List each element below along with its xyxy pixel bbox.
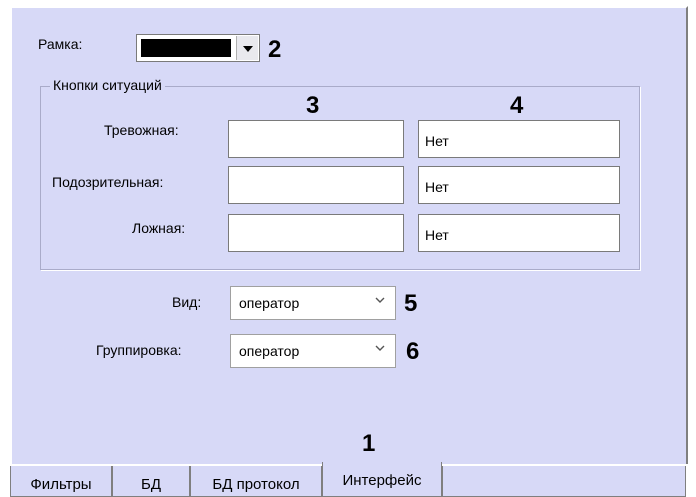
tab-db-protocol[interactable]: БД протокол — [190, 466, 322, 497]
callout-3: 3 — [306, 92, 320, 119]
grouping-label: Группировка: — [96, 342, 182, 358]
false-field-2[interactable]: Нет — [418, 214, 620, 252]
suspicious-label: Подозрительная: — [52, 174, 164, 190]
frame-color-swatch — [141, 39, 231, 57]
callout-2: 2 — [268, 36, 282, 63]
frame-color-picker[interactable] — [136, 34, 260, 62]
callout-1: 1 — [362, 430, 376, 457]
view-select-value: оператор — [239, 295, 300, 311]
tab-bar-filler — [442, 466, 686, 497]
tab-filters[interactable]: Фильтры — [10, 466, 112, 497]
chevron-down-icon — [375, 345, 385, 351]
alarm-field-1[interactable] — [228, 120, 404, 158]
suspicious-field-2[interactable]: Нет — [418, 166, 620, 204]
tab-bar: Фильтры БД БД протокол Интерфейс — [10, 462, 690, 497]
view-select[interactable]: оператор — [230, 286, 396, 320]
chevron-down-icon — [375, 297, 385, 303]
situation-buttons-title: Кнопки ситуаций — [50, 77, 165, 93]
alarm-label: Тревожная: — [104, 122, 179, 138]
view-label: Вид: — [172, 294, 202, 310]
chevron-down-icon[interactable] — [236, 36, 258, 60]
suspicious-field-1[interactable] — [228, 166, 404, 204]
grouping-select[interactable]: оператор — [230, 334, 396, 368]
tab-db[interactable]: БД — [112, 466, 190, 497]
frame-label: Рамка: — [38, 36, 83, 52]
tab-interface[interactable]: Интерфейс — [322, 462, 442, 497]
alarm-field-2[interactable]: Нет — [418, 120, 620, 158]
grouping-select-value: оператор — [239, 343, 300, 359]
false-field-1[interactable] — [228, 214, 404, 252]
false-label: Ложная: — [132, 220, 186, 236]
callout-6: 6 — [406, 338, 420, 365]
callout-4: 4 — [510, 92, 524, 119]
callout-5: 5 — [404, 290, 418, 317]
